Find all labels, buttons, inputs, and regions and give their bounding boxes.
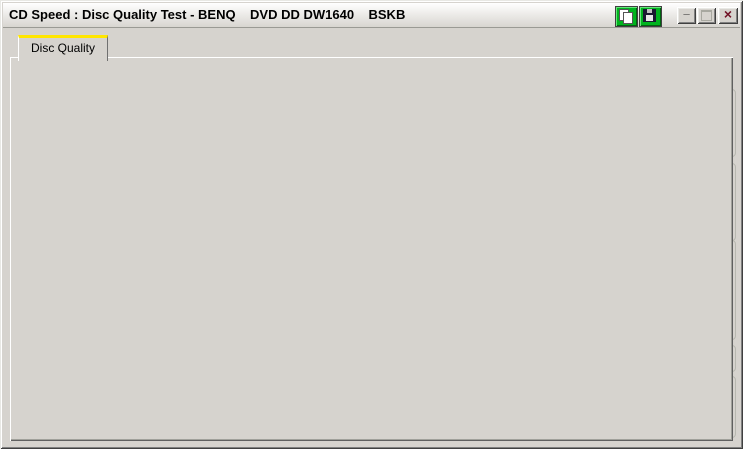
titlebar: CD Speed : Disc Quality Test - BENQ DVD … <box>3 3 740 28</box>
close-button[interactable]: × <box>718 7 738 24</box>
app-window: CD Speed : Disc Quality Test - BENQ DVD … <box>0 0 743 449</box>
minimize-button[interactable]: _ <box>677 4 696 24</box>
maximize-button <box>697 7 716 24</box>
floppy-icon <box>647 9 652 13</box>
tab-label: Disc Quality <box>30 41 95 55</box>
tab-page <box>10 57 733 441</box>
copy-button[interactable] <box>615 6 638 27</box>
save-button[interactable] <box>639 6 662 27</box>
minimize-icon: _ <box>683 4 690 16</box>
copy-icon <box>623 12 633 24</box>
window-title: CD Speed : Disc Quality Test - BENQ DVD … <box>9 7 406 22</box>
floppy-icon <box>646 15 653 21</box>
close-icon: × <box>723 6 733 22</box>
maximize-icon <box>701 10 712 21</box>
tab-disc-quality[interactable]: Disc Quality <box>18 35 108 61</box>
